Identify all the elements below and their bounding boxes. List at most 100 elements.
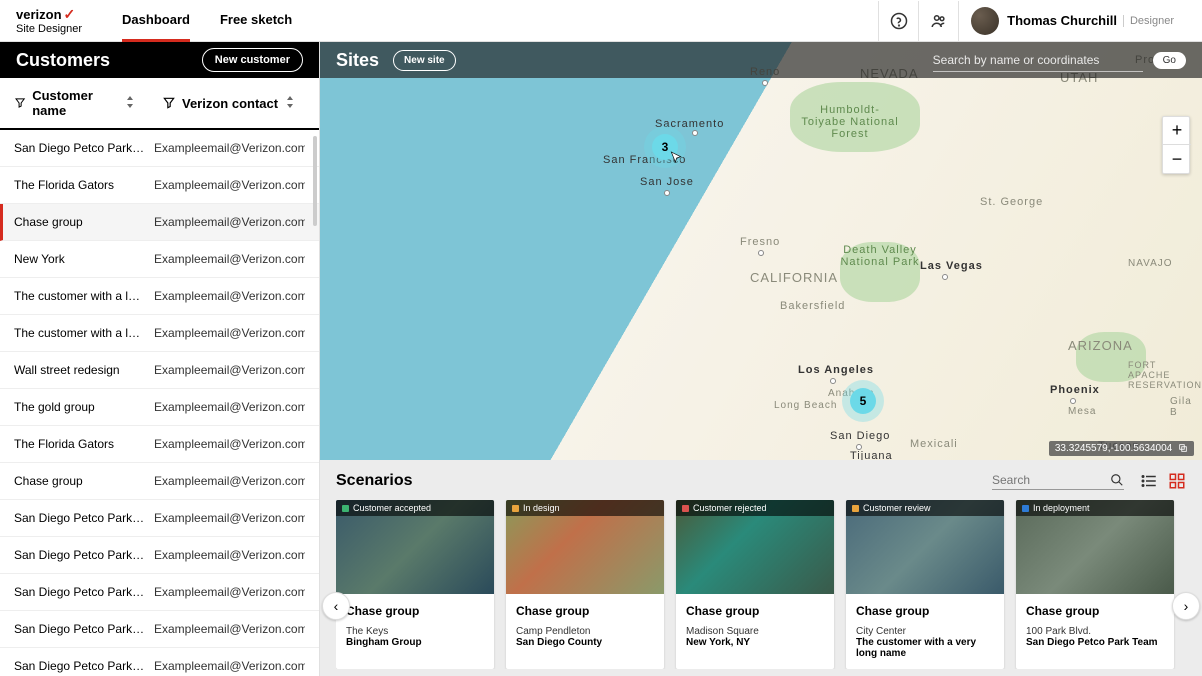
map-label: Fresno — [740, 236, 780, 248]
map-label: Death Valley National Park — [840, 244, 920, 268]
customer-row[interactable]: San Diego Petco Park teamExampleemail@Ve… — [0, 500, 319, 537]
scenario-title: Chase group — [346, 604, 484, 618]
customer-list[interactable]: San Diego Petco Park teamExampleemail@Ve… — [0, 130, 319, 676]
zoom-controls: + − — [1162, 116, 1190, 174]
grid-view-button[interactable] — [1168, 472, 1186, 490]
scenario-card[interactable]: In designChase groupCamp PendletonSan Di… — [506, 500, 664, 669]
zoom-in-button[interactable]: + — [1163, 117, 1191, 145]
customer-email: Exampleemail@Verizon.com — [154, 215, 305, 229]
customer-row[interactable]: The Florida GatorsExampleemail@Verizon.c… — [0, 426, 319, 463]
scenario-customer: Bingham Group — [346, 637, 484, 648]
customer-row[interactable]: Chase groupExampleemail@Verizon.com — [0, 204, 319, 241]
customer-name: Chase group — [14, 215, 154, 229]
scenario-thumbnail: In deployment — [1016, 500, 1174, 594]
map-label: CALIFORNIA — [750, 270, 838, 285]
customer-row[interactable]: The Florida GatorsExampleemail@Verizon.c… — [0, 167, 319, 204]
scenario-location: The Keys — [346, 626, 484, 637]
customer-row[interactable]: The customer with a long nam...Exampleem… — [0, 278, 319, 315]
customer-name: The customer with a long nam... — [14, 326, 154, 340]
map-label: ARIZONA — [1068, 338, 1133, 353]
customer-name: The Florida Gators — [14, 437, 154, 451]
city-dot — [830, 378, 836, 384]
go-button[interactable]: Go — [1153, 52, 1186, 69]
map-label: Humboldt-Toiyabe National Forest — [800, 104, 900, 140]
scenario-title: Chase group — [856, 604, 994, 618]
new-site-button[interactable]: New site — [393, 50, 456, 71]
copy-icon[interactable] — [1178, 443, 1188, 453]
list-view-button[interactable] — [1140, 472, 1158, 490]
filter-icon — [162, 96, 176, 110]
customer-row[interactable]: The gold groupExampleemail@Verizon.com — [0, 389, 319, 426]
customer-row[interactable]: San Diego Petco Park teamExampleemail@Ve… — [0, 537, 319, 574]
scenario-status: Customer review — [846, 500, 1004, 516]
customer-row[interactable]: The customer with a long nam...Exampleem… — [0, 315, 319, 352]
scenarios-panel: Scenarios Customer acceptedChase groupTh… — [320, 460, 1202, 676]
map-label: San Jose — [640, 176, 694, 188]
customer-email: Exampleemail@Verizon.com — [154, 400, 305, 414]
customer-email: Exampleemail@Verizon.com — [154, 548, 305, 562]
sort-icon — [126, 96, 134, 111]
customer-email: Exampleemail@Verizon.com — [154, 178, 305, 192]
city-dot — [942, 274, 948, 280]
customer-row[interactable]: San Diego Petco Park teamExampleemail@Ve… — [0, 611, 319, 648]
scenario-thumbnail: In design — [506, 500, 664, 594]
scenario-card[interactable]: Customer rejectedChase groupMadison Squa… — [676, 500, 834, 669]
scenario-card[interactable]: Customer acceptedChase groupThe KeysBing… — [336, 500, 494, 669]
scenarios-next-button[interactable]: › — [1172, 592, 1200, 620]
scenario-card[interactable]: In deploymentChase group100 Park Blvd.Sa… — [1016, 500, 1174, 669]
filter-verizon-contact[interactable]: Verizon contact — [148, 78, 319, 128]
customer-row[interactable]: Wall street redesignExampleemail@Verizon… — [0, 352, 319, 389]
customer-name: The Florida Gators — [14, 178, 154, 192]
map-label: Las Vegas — [920, 260, 983, 272]
city-dot — [1070, 398, 1076, 404]
city-dot — [758, 250, 764, 256]
avatar — [971, 7, 999, 35]
sites-search-input[interactable] — [933, 49, 1143, 72]
people-icon — [930, 12, 948, 30]
help-button[interactable] — [878, 1, 918, 41]
user-menu[interactable]: Thomas Churchill Designer — [958, 1, 1186, 41]
scenarios-search[interactable] — [992, 473, 1124, 490]
sites-title: Sites — [336, 50, 379, 71]
nav-tab-freesketch[interactable]: Free sketch — [220, 0, 292, 42]
map-label: Mesa — [1068, 406, 1096, 417]
customer-name: San Diego Petco Park team — [14, 659, 154, 673]
customer-row[interactable]: San Diego Petco Park teamExampleemail@Ve… — [0, 648, 319, 676]
sites-header: Sites New site Go — [320, 42, 1202, 78]
customer-name: Chase group — [14, 474, 154, 488]
nav-tab-dashboard[interactable]: Dashboard — [122, 0, 190, 42]
customer-name: New York — [14, 252, 154, 266]
new-customer-button[interactable]: New customer — [202, 48, 303, 72]
customer-email: Exampleemail@Verizon.com — [154, 511, 305, 525]
customer-email: Exampleemail@Verizon.com — [154, 659, 305, 673]
customer-row[interactable]: San Diego Petco Park teamExampleemail@Ve… — [0, 130, 319, 167]
customer-name: San Diego Petco Park team — [14, 511, 154, 525]
map-label: Mexicali — [910, 438, 958, 450]
cursor-icon — [668, 150, 684, 166]
scrollbar-thumb[interactable] — [313, 136, 317, 226]
map-label: Sacramento — [655, 118, 724, 130]
customer-email: Exampleemail@Verizon.com — [154, 289, 305, 303]
map-canvas[interactable]: Reno NEVADA UTAH Provo Sacramento San Fr… — [320, 42, 1202, 460]
customer-row[interactable]: Chase groupExampleemail@Verizon.com — [0, 463, 319, 500]
zoom-out-button[interactable]: − — [1163, 145, 1191, 173]
filter-row: Customer name Verizon contact — [0, 78, 319, 130]
user-role: Designer — [1123, 15, 1174, 27]
scenario-customer: New York, NY — [686, 637, 824, 648]
customer-email: Exampleemail@Verizon.com — [154, 363, 305, 377]
city-dot — [692, 130, 698, 136]
customer-row[interactable]: San Diego Petco Park teamExampleemail@Ve… — [0, 574, 319, 611]
scenario-card[interactable]: Customer reviewChase groupCity CenterThe… — [846, 500, 1004, 669]
map-cluster[interactable]: 5 — [850, 388, 876, 414]
search-icon — [1110, 473, 1124, 487]
team-button[interactable] — [918, 1, 958, 41]
map-label: Phoenix — [1050, 384, 1100, 396]
scenario-thumbnail: Customer review — [846, 500, 1004, 594]
customer-row[interactable]: New YorkExampleemail@Verizon.com — [0, 241, 319, 278]
scenarios-prev-button[interactable]: ‹ — [322, 592, 350, 620]
scenario-location: 100 Park Blvd. — [1026, 626, 1164, 637]
map-label: San Diego — [830, 430, 890, 442]
scenarios-search-input[interactable] — [992, 473, 1102, 487]
verizon-check-icon: ✓ — [64, 6, 76, 23]
filter-customer-name[interactable]: Customer name — [0, 78, 148, 128]
